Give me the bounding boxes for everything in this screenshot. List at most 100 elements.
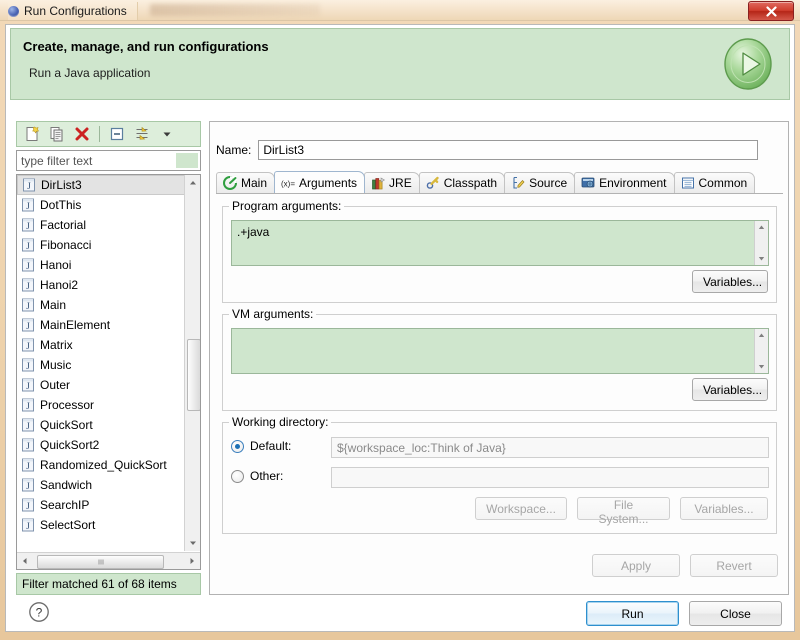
tab-label: Common (698, 176, 748, 190)
svg-text:?: ? (36, 606, 43, 620)
tree-item-label: Hanoi (40, 258, 72, 272)
program-arguments-input[interactable]: .+java (231, 220, 769, 266)
tab-label: Environment (599, 176, 667, 190)
tree-item-label: Randomized_QuickSort (40, 458, 167, 472)
svg-text:J: J (26, 261, 30, 271)
help-question-icon[interactable]: ? (28, 601, 50, 623)
working-directory-default-row[interactable]: Default: (231, 439, 291, 453)
svg-text:J: J (26, 201, 30, 211)
tree-scroll-right-button[interactable] (184, 553, 200, 568)
tree-item-hanoi[interactable]: J Hanoi (17, 255, 185, 275)
tree-horizontal-scrollbar[interactable] (17, 552, 200, 569)
tree-item-quicksort2[interactable]: J QuickSort2 (17, 435, 185, 455)
tab-environment[interactable]: Environment (574, 172, 675, 193)
new-document-icon (26, 126, 40, 141)
tree-item-searchip[interactable]: J SearchIP (17, 495, 185, 515)
apply-button[interactable]: Apply (592, 554, 680, 577)
tree-item-factorial[interactable]: J Factorial (17, 215, 185, 235)
close-button-footer[interactable]: Close (689, 601, 782, 626)
java-class-icon: J (22, 258, 34, 272)
dialog-banner: Create, manage, and run configurations R… (10, 28, 790, 100)
tree-item-music[interactable]: J Music (17, 355, 185, 375)
other-radio[interactable] (231, 469, 244, 483)
vm-arguments-group: VM arguments: Variables... (222, 307, 777, 411)
run-button[interactable]: Run (586, 601, 679, 626)
tree-item-main[interactable]: J Main (17, 295, 185, 315)
tree-item-label: QuickSort2 (40, 438, 100, 452)
java-class-icon: J (22, 518, 34, 532)
classpath-icon (426, 176, 439, 189)
chevron-down-icon (190, 541, 196, 545)
tree-item-randomized_quicksort[interactable]: J Randomized_QuickSort (17, 455, 185, 475)
program-arguments-variables-button[interactable]: Variables... (692, 270, 768, 293)
tree-scroll-down-button[interactable] (185, 535, 200, 551)
tree-item-hanoi2[interactable]: J Hanoi2 (17, 275, 185, 295)
other-directory-field[interactable] (331, 467, 769, 488)
java-class-icon: J (22, 418, 34, 432)
default-directory-field[interactable]: ${workspace_loc:Think of Java} (331, 437, 769, 458)
tree-item-quicksort[interactable]: J QuickSort (17, 415, 185, 435)
scroll-up-button[interactable] (755, 329, 768, 342)
scroll-down-button[interactable] (755, 252, 768, 265)
chevron-down-icon (758, 365, 765, 369)
configurations-tree-list: J DirList3 J DotThis J Factorial J Fibonacci J Ha… (17, 175, 185, 551)
variables-button[interactable]: Variables... (680, 497, 768, 520)
tree-item-fibonacci[interactable]: J Fibonacci (17, 235, 185, 255)
new-launch-configuration-button[interactable] (21, 123, 43, 145)
chevron-left-icon (23, 557, 27, 564)
java-class-icon: J (22, 218, 34, 232)
vm-arguments-variables-button[interactable]: Variables... (692, 378, 768, 401)
tree-hscrollbar-thumb[interactable] (37, 555, 164, 569)
apply-revert-group: Apply Revert (592, 554, 778, 577)
tree-item-dirlist3[interactable]: J DirList3 (17, 175, 185, 195)
default-radio[interactable] (231, 439, 244, 453)
main-green-arrow-icon (223, 176, 237, 190)
tree-scroll-left-button[interactable] (17, 553, 33, 568)
tab-classpath[interactable]: Classpath (418, 172, 506, 193)
delete-red-x-icon (75, 127, 89, 141)
close-button[interactable] (748, 1, 794, 21)
tab-source[interactable]: Source (504, 172, 576, 193)
tree-scrollbar-thumb[interactable] (187, 339, 200, 411)
tree-item-sandwich[interactable]: J Sandwich (17, 475, 185, 495)
scroll-down-button[interactable] (755, 360, 768, 373)
vm-arguments-input[interactable] (231, 328, 769, 374)
tab-label: Classpath (443, 176, 498, 190)
tree-item-processor[interactable]: J Processor (17, 395, 185, 415)
program-arguments-scrollbar[interactable] (754, 221, 768, 265)
working-directory-buttons: Workspace... File System... Variables... (475, 497, 768, 526)
tree-item-mainelement[interactable]: J MainElement (17, 315, 185, 335)
tab-common[interactable]: Common (673, 172, 756, 193)
tree-vertical-scrollbar[interactable] (184, 175, 200, 551)
revert-button[interactable]: Revert (690, 554, 778, 577)
vm-arguments-scrollbar[interactable] (754, 329, 768, 373)
configurations-panel: J DirList3 J DotThis J Factorial J Fibonacci J Ha… (16, 121, 201, 595)
view-menu-button[interactable] (156, 123, 178, 145)
svg-text:J: J (26, 441, 30, 451)
tree-item-label: MainElement (40, 318, 111, 332)
svg-text:J: J (26, 321, 30, 331)
workspace-button[interactable]: Workspace... (475, 497, 567, 520)
java-class-icon: J (23, 178, 35, 192)
delete-launch-configuration-button[interactable] (71, 123, 93, 145)
duplicate-launch-configuration-button[interactable] (46, 123, 68, 145)
configurations-tree[interactable]: J DirList3 J DotThis J Factorial J Fibonacci J Ha… (16, 174, 201, 570)
filter-text-container[interactable] (16, 150, 201, 171)
tab-main[interactable]: Main (216, 172, 276, 193)
tree-scroll-up-button[interactable] (185, 175, 200, 191)
tree-item-outer[interactable]: J Outer (17, 375, 185, 395)
scroll-up-button[interactable] (755, 221, 768, 234)
file-system-button[interactable]: File System... (577, 497, 670, 526)
window-title: Run Configurations (24, 4, 127, 18)
tree-item-selectsort[interactable]: J SelectSort (17, 515, 185, 535)
working-directory-other-row[interactable]: Other: (231, 469, 283, 483)
name-input[interactable] (258, 140, 759, 160)
collapse-all-button[interactable] (106, 123, 128, 145)
filter-launch-configurations-button[interactable] (131, 123, 153, 145)
filter-input[interactable] (21, 153, 171, 169)
tab-arguments[interactable]: (x)= Arguments (274, 171, 366, 193)
common-icon (681, 177, 694, 189)
tree-item-matrix[interactable]: J Matrix (17, 335, 185, 355)
tab-jre[interactable]: JRE (364, 172, 420, 193)
tree-item-dotthis[interactable]: J DotThis (17, 195, 185, 215)
